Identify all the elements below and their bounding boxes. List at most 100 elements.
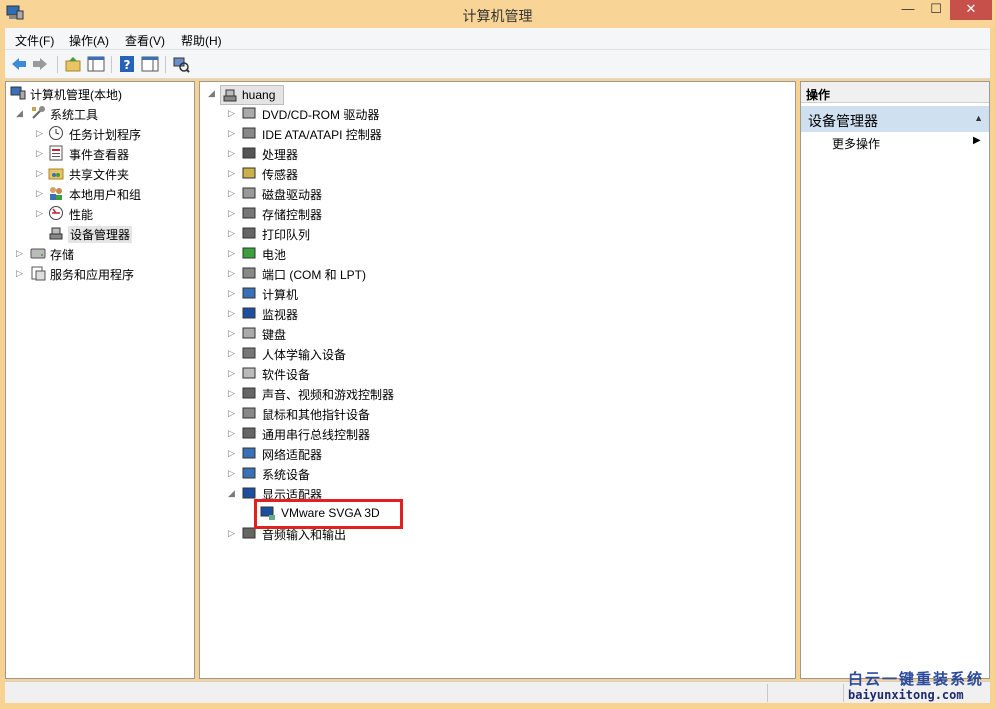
expand-arrow-icon[interactable]: ▷ (228, 287, 238, 299)
expand-arrow-icon[interactable]: ▷ (228, 147, 238, 159)
expand-arrow-icon[interactable]: ▷ (228, 367, 238, 379)
expand-arrow-icon[interactable]: ▷ (228, 387, 238, 399)
device-category[interactable]: ▷ DVD/CD-ROM 驱动器 (200, 103, 560, 123)
expand-arrow-icon[interactable]: ▷ (36, 147, 46, 159)
device-host[interactable]: ◢ huang (200, 83, 500, 105)
device-category-label: 通用串行总线控制器 (262, 428, 371, 442)
forward-arrow-icon[interactable] (31, 55, 49, 73)
menu-action[interactable]: 操作(A) (69, 32, 109, 49)
expand-arrow-icon[interactable]: ▷ (228, 227, 238, 239)
tree-root[interactable]: 计算机管理(本地) (6, 83, 194, 103)
device-category[interactable]: ▷ 系统设备 (200, 463, 560, 483)
back-arrow-icon[interactable] (10, 55, 28, 73)
submenu-arrow-icon[interactable]: ▶ (973, 135, 981, 146)
expand-arrow-icon[interactable]: ▷ (228, 447, 238, 459)
users-icon (50, 187, 62, 200)
tree-storage[interactable]: ▷ 存储 (6, 243, 194, 263)
expand-arrow-icon[interactable]: ▷ (228, 347, 238, 359)
device-category[interactable]: ▷ 鼠标和其他指针设备 (200, 403, 560, 423)
device-category[interactable]: ▷ 监视器 (200, 303, 560, 323)
expand-arrow-icon[interactable]: ▷ (36, 127, 46, 139)
tree-label: 事件查看器 (69, 148, 130, 162)
device-category-label: IDE ATA/ATAPI 控制器 (262, 128, 382, 142)
expand-arrow-icon[interactable]: ▷ (228, 207, 238, 219)
device-category-label: 系统设备 (262, 468, 311, 482)
collapse-triangle-icon[interactable]: ▲ (974, 113, 983, 123)
expand-arrow-icon[interactable]: ▷ (228, 267, 238, 279)
expand-arrow-icon[interactable]: ▷ (228, 307, 238, 319)
expand-arrow-icon[interactable]: ▷ (228, 467, 238, 479)
collapse-arrow-icon[interactable]: ◢ (208, 87, 218, 99)
network-adapter-icon (242, 447, 256, 459)
expand-arrow-icon[interactable]: ▷ (228, 247, 238, 259)
device-category[interactable]: ▷ 人体学输入设备 (200, 343, 560, 363)
device-category[interactable]: ▷ 网络适配器 (200, 443, 560, 463)
device-category[interactable]: ▷ 键盘 (200, 323, 560, 343)
expand-arrow-icon[interactable]: ▷ (228, 167, 238, 179)
menu-help[interactable]: 帮助(H) (181, 32, 222, 49)
expand-arrow-icon[interactable]: ▷ (228, 127, 238, 139)
expand-arrow-icon[interactable]: ▷ (36, 187, 46, 199)
title-bar: 计算机管理 — ☐ ✕ (0, 0, 995, 28)
tree-task-scheduler[interactable]: ▷ 任务计划程序 (6, 123, 194, 143)
device-category-label: 计算机 (262, 288, 299, 302)
tree-event-viewer[interactable]: ▷ 事件查看器 (6, 143, 194, 163)
up-folder-icon[interactable] (64, 55, 82, 73)
properties-icon[interactable] (141, 55, 159, 73)
device-tree-pane: ◢ huang ▷ DVD/CD-ROM 驱动器 ▷ IDE ATA/ATAPI 控制… (199, 81, 796, 679)
scan-hardware-icon[interactable] (172, 55, 190, 73)
disk-drive-icon (242, 187, 256, 199)
minimize-button[interactable]: — (894, 0, 922, 20)
hid-icon (242, 347, 256, 359)
device-category[interactable]: ▷ 传感器 (200, 163, 560, 183)
device-category-label: 端口 (COM 和 LPT) (262, 268, 366, 282)
more-actions-item[interactable]: 更多操作 (832, 135, 880, 152)
device-category-label: 声音、视频和游戏控制器 (262, 388, 395, 402)
expand-arrow-icon[interactable]: ▷ (36, 167, 46, 179)
show-hide-tree-icon[interactable] (87, 55, 105, 73)
expand-arrow-icon[interactable]: ▷ (16, 247, 26, 259)
expand-arrow-icon[interactable]: ▷ (228, 107, 238, 119)
event-log-icon (49, 145, 63, 161)
device-category[interactable]: ▷ IDE ATA/ATAPI 控制器 (200, 123, 560, 143)
storage-icon (30, 248, 46, 259)
close-button[interactable]: ✕ (950, 0, 992, 20)
menu-view[interactable]: 查看(V) (125, 32, 165, 49)
expand-arrow-icon[interactable]: ▷ (16, 267, 26, 279)
menu-file[interactable]: 文件(F) (15, 32, 54, 49)
device-category[interactable]: ▷ 声音、视频和游戏控制器 (200, 383, 560, 403)
actions-header: 操作 (801, 82, 989, 103)
device-category-label: 电池 (262, 248, 287, 262)
tree-local-users[interactable]: ▷ 本地用户和组 (6, 183, 194, 203)
expand-arrow-icon[interactable]: ▷ (228, 327, 238, 339)
tree-system-tools[interactable]: ◢ 系统工具 (6, 103, 194, 123)
device-category[interactable]: ▷ 打印队列 (200, 223, 560, 243)
expand-arrow-icon[interactable]: ▷ (228, 407, 238, 419)
maximize-button[interactable]: ☐ (922, 0, 950, 20)
tree-shared-folders[interactable]: ▷ 共享文件夹 (6, 163, 194, 183)
collapse-arrow-icon[interactable]: ◢ (16, 107, 26, 119)
device-category[interactable]: ▷ 磁盘驱动器 (200, 183, 560, 203)
expand-arrow-icon[interactable]: ▷ (36, 207, 46, 219)
tree-services-apps[interactable]: ▷ 服务和应用程序 (6, 263, 194, 283)
tree-device-manager[interactable]: 设备管理器 (6, 223, 194, 243)
expand-arrow-icon[interactable]: ▷ (228, 427, 238, 439)
svg-text:?: ? (124, 58, 131, 72)
toolbar-separator (57, 56, 58, 73)
device-category[interactable]: ▷ 处理器 (200, 143, 560, 163)
collapse-arrow-icon[interactable]: ◢ (228, 487, 238, 499)
device-category[interactable]: ▷ 存储控制器 (200, 203, 560, 223)
device-category[interactable]: ▷ 电池 (200, 243, 560, 263)
actions-section-device-manager[interactable]: 设备管理器 ▲ (801, 106, 989, 132)
device-category[interactable]: ▷ 通用串行总线控制器 (200, 423, 560, 443)
device-category[interactable]: ▷ 端口 (COM 和 LPT) (200, 263, 560, 283)
storage-controller-icon (242, 207, 256, 219)
device-category[interactable]: ▷ 计算机 (200, 283, 560, 303)
shared-folder-icon (48, 168, 64, 180)
help-icon[interactable]: ? (118, 55, 136, 73)
watermark-brand: 白云一键重装系统 (848, 670, 985, 688)
expand-arrow-icon[interactable]: ▷ (228, 187, 238, 199)
expand-arrow-icon[interactable]: ▷ (228, 527, 238, 539)
tree-performance[interactable]: ▷ 性能 (6, 203, 194, 223)
device-category[interactable]: ▷ 软件设备 (200, 363, 560, 383)
